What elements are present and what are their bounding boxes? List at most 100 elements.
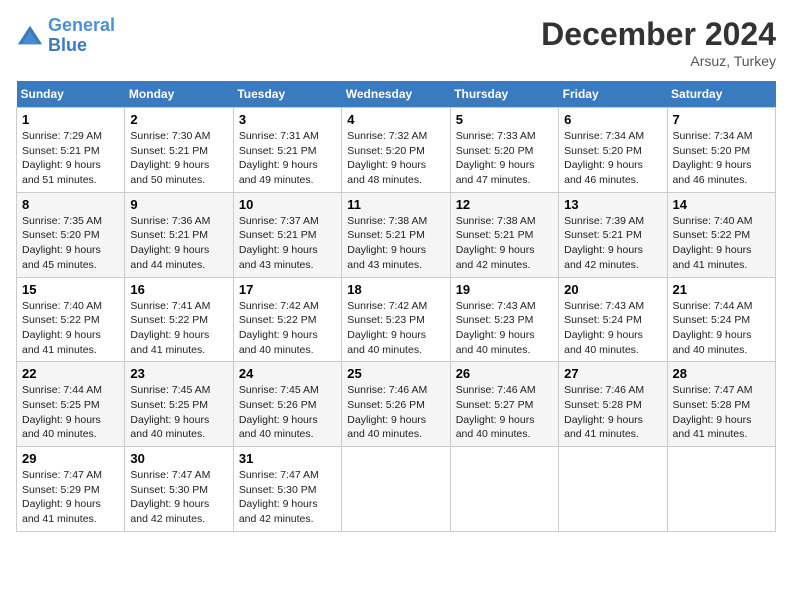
- day-info: Sunrise: 7:44 AM Sunset: 5:25 PM Dayligh…: [22, 383, 119, 442]
- day-cell-15: 15 Sunrise: 7:40 AM Sunset: 5:22 PM Dayl…: [17, 277, 125, 362]
- day-info: Sunrise: 7:47 AM Sunset: 5:28 PM Dayligh…: [673, 383, 770, 442]
- day-cell-24: 24 Sunrise: 7:45 AM Sunset: 5:26 PM Dayl…: [233, 362, 341, 447]
- day-number: 3: [239, 112, 336, 127]
- header-day-saturday: Saturday: [667, 81, 775, 108]
- logo-icon: [16, 22, 44, 50]
- day-cell-16: 16 Sunrise: 7:41 AM Sunset: 5:22 PM Dayl…: [125, 277, 233, 362]
- day-cell-11: 11 Sunrise: 7:38 AM Sunset: 5:21 PM Dayl…: [342, 192, 450, 277]
- day-info: Sunrise: 7:33 AM Sunset: 5:20 PM Dayligh…: [456, 129, 553, 188]
- day-number: 8: [22, 197, 119, 212]
- day-info: Sunrise: 7:31 AM Sunset: 5:21 PM Dayligh…: [239, 129, 336, 188]
- day-cell-6: 6 Sunrise: 7:34 AM Sunset: 5:20 PM Dayli…: [559, 108, 667, 193]
- day-info: Sunrise: 7:42 AM Sunset: 5:23 PM Dayligh…: [347, 299, 444, 358]
- day-info: Sunrise: 7:32 AM Sunset: 5:20 PM Dayligh…: [347, 129, 444, 188]
- day-info: Sunrise: 7:43 AM Sunset: 5:24 PM Dayligh…: [564, 299, 661, 358]
- day-info: Sunrise: 7:43 AM Sunset: 5:23 PM Dayligh…: [456, 299, 553, 358]
- day-cell-8: 8 Sunrise: 7:35 AM Sunset: 5:20 PM Dayli…: [17, 192, 125, 277]
- day-number: 11: [347, 197, 444, 212]
- day-info: Sunrise: 7:40 AM Sunset: 5:22 PM Dayligh…: [673, 214, 770, 273]
- day-number: 5: [456, 112, 553, 127]
- week-row-1: 1 Sunrise: 7:29 AM Sunset: 5:21 PM Dayli…: [17, 108, 776, 193]
- day-info: Sunrise: 7:46 AM Sunset: 5:26 PM Dayligh…: [347, 383, 444, 442]
- day-info: Sunrise: 7:38 AM Sunset: 5:21 PM Dayligh…: [347, 214, 444, 273]
- day-cell-27: 27 Sunrise: 7:46 AM Sunset: 5:28 PM Dayl…: [559, 362, 667, 447]
- location: Arsuz, Turkey: [541, 53, 776, 69]
- header-day-tuesday: Tuesday: [233, 81, 341, 108]
- day-cell-19: 19 Sunrise: 7:43 AM Sunset: 5:23 PM Dayl…: [450, 277, 558, 362]
- day-info: Sunrise: 7:35 AM Sunset: 5:20 PM Dayligh…: [22, 214, 119, 273]
- day-info: Sunrise: 7:45 AM Sunset: 5:25 PM Dayligh…: [130, 383, 227, 442]
- day-info: Sunrise: 7:38 AM Sunset: 5:21 PM Dayligh…: [456, 214, 553, 273]
- day-cell-30: 30 Sunrise: 7:47 AM Sunset: 5:30 PM Dayl…: [125, 447, 233, 532]
- day-number: 4: [347, 112, 444, 127]
- header-day-sunday: Sunday: [17, 81, 125, 108]
- day-cell-23: 23 Sunrise: 7:45 AM Sunset: 5:25 PM Dayl…: [125, 362, 233, 447]
- day-cell-21: 21 Sunrise: 7:44 AM Sunset: 5:24 PM Dayl…: [667, 277, 775, 362]
- day-info: Sunrise: 7:45 AM Sunset: 5:26 PM Dayligh…: [239, 383, 336, 442]
- day-number: 9: [130, 197, 227, 212]
- day-cell-18: 18 Sunrise: 7:42 AM Sunset: 5:23 PM Dayl…: [342, 277, 450, 362]
- day-cell-13: 13 Sunrise: 7:39 AM Sunset: 5:21 PM Dayl…: [559, 192, 667, 277]
- day-cell-4: 4 Sunrise: 7:32 AM Sunset: 5:20 PM Dayli…: [342, 108, 450, 193]
- day-cell-20: 20 Sunrise: 7:43 AM Sunset: 5:24 PM Dayl…: [559, 277, 667, 362]
- empty-cell: [450, 447, 558, 532]
- day-info: Sunrise: 7:47 AM Sunset: 5:30 PM Dayligh…: [130, 468, 227, 527]
- week-row-4: 22 Sunrise: 7:44 AM Sunset: 5:25 PM Dayl…: [17, 362, 776, 447]
- header-day-wednesday: Wednesday: [342, 81, 450, 108]
- day-info: Sunrise: 7:42 AM Sunset: 5:22 PM Dayligh…: [239, 299, 336, 358]
- day-cell-28: 28 Sunrise: 7:47 AM Sunset: 5:28 PM Dayl…: [667, 362, 775, 447]
- day-number: 7: [673, 112, 770, 127]
- day-number: 31: [239, 451, 336, 466]
- day-number: 17: [239, 282, 336, 297]
- day-info: Sunrise: 7:29 AM Sunset: 5:21 PM Dayligh…: [22, 129, 119, 188]
- week-row-5: 29 Sunrise: 7:47 AM Sunset: 5:29 PM Dayl…: [17, 447, 776, 532]
- day-info: Sunrise: 7:34 AM Sunset: 5:20 PM Dayligh…: [564, 129, 661, 188]
- day-info: Sunrise: 7:47 AM Sunset: 5:29 PM Dayligh…: [22, 468, 119, 527]
- header-day-thursday: Thursday: [450, 81, 558, 108]
- day-number: 1: [22, 112, 119, 127]
- day-number: 20: [564, 282, 661, 297]
- day-cell-10: 10 Sunrise: 7:37 AM Sunset: 5:21 PM Dayl…: [233, 192, 341, 277]
- day-cell-1: 1 Sunrise: 7:29 AM Sunset: 5:21 PM Dayli…: [17, 108, 125, 193]
- day-number: 6: [564, 112, 661, 127]
- day-number: 15: [22, 282, 119, 297]
- day-cell-5: 5 Sunrise: 7:33 AM Sunset: 5:20 PM Dayli…: [450, 108, 558, 193]
- header-day-monday: Monday: [125, 81, 233, 108]
- empty-cell: [559, 447, 667, 532]
- day-number: 25: [347, 366, 444, 381]
- day-info: Sunrise: 7:41 AM Sunset: 5:22 PM Dayligh…: [130, 299, 227, 358]
- day-cell-3: 3 Sunrise: 7:31 AM Sunset: 5:21 PM Dayli…: [233, 108, 341, 193]
- day-number: 23: [130, 366, 227, 381]
- day-info: Sunrise: 7:39 AM Sunset: 5:21 PM Dayligh…: [564, 214, 661, 273]
- day-cell-22: 22 Sunrise: 7:44 AM Sunset: 5:25 PM Dayl…: [17, 362, 125, 447]
- day-cell-7: 7 Sunrise: 7:34 AM Sunset: 5:20 PM Dayli…: [667, 108, 775, 193]
- day-number: 28: [673, 366, 770, 381]
- week-row-2: 8 Sunrise: 7:35 AM Sunset: 5:20 PM Dayli…: [17, 192, 776, 277]
- day-cell-26: 26 Sunrise: 7:46 AM Sunset: 5:27 PM Dayl…: [450, 362, 558, 447]
- day-number: 26: [456, 366, 553, 381]
- day-number: 29: [22, 451, 119, 466]
- day-cell-17: 17 Sunrise: 7:42 AM Sunset: 5:22 PM Dayl…: [233, 277, 341, 362]
- day-number: 19: [456, 282, 553, 297]
- title-block: December 2024 Arsuz, Turkey: [541, 16, 776, 69]
- day-number: 18: [347, 282, 444, 297]
- day-info: Sunrise: 7:44 AM Sunset: 5:24 PM Dayligh…: [673, 299, 770, 358]
- day-number: 10: [239, 197, 336, 212]
- calendar-header-row: SundayMondayTuesdayWednesdayThursdayFrid…: [17, 81, 776, 108]
- calendar-table: SundayMondayTuesdayWednesdayThursdayFrid…: [16, 81, 776, 532]
- logo-blue: Blue: [48, 35, 87, 55]
- day-info: Sunrise: 7:46 AM Sunset: 5:27 PM Dayligh…: [456, 383, 553, 442]
- logo-general: General: [48, 15, 115, 35]
- header-day-friday: Friday: [559, 81, 667, 108]
- week-row-3: 15 Sunrise: 7:40 AM Sunset: 5:22 PM Dayl…: [17, 277, 776, 362]
- month-title: December 2024: [541, 16, 776, 53]
- day-cell-2: 2 Sunrise: 7:30 AM Sunset: 5:21 PM Dayli…: [125, 108, 233, 193]
- day-number: 12: [456, 197, 553, 212]
- day-cell-12: 12 Sunrise: 7:38 AM Sunset: 5:21 PM Dayl…: [450, 192, 558, 277]
- day-number: 16: [130, 282, 227, 297]
- day-number: 22: [22, 366, 119, 381]
- day-info: Sunrise: 7:47 AM Sunset: 5:30 PM Dayligh…: [239, 468, 336, 527]
- day-cell-31: 31 Sunrise: 7:47 AM Sunset: 5:30 PM Dayl…: [233, 447, 341, 532]
- day-number: 21: [673, 282, 770, 297]
- day-cell-9: 9 Sunrise: 7:36 AM Sunset: 5:21 PM Dayli…: [125, 192, 233, 277]
